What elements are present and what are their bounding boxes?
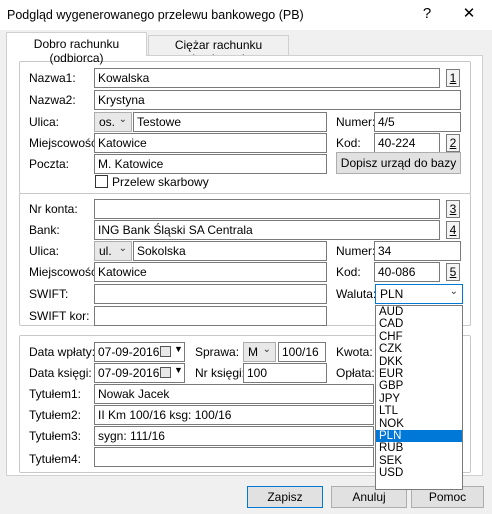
poczta-label: Poczta: (29, 157, 70, 171)
lookup-button-4[interactable]: 4 (446, 221, 460, 239)
waluta-label: Waluta: (336, 287, 377, 301)
bank-miejscowosc-field[interactable]: Katowice (94, 262, 327, 282)
lookup-button-1[interactable]: 1 (446, 69, 460, 87)
sprawa-prefix-value: M (248, 345, 258, 359)
sprawa-label: Sprawa: (195, 345, 240, 359)
bank-ulica-label: Ulica: (29, 244, 60, 258)
lookup-button-2[interactable]: 2 (446, 134, 460, 152)
tytul3-field[interactable]: sygn: 111/16 (94, 426, 374, 446)
lookup-button-3[interactable]: 3 (446, 200, 460, 218)
currency-option[interactable]: JPY (376, 393, 462, 405)
miejscowosc-field[interactable]: Katowice (94, 133, 327, 153)
currency-option[interactable]: NOK (376, 418, 462, 430)
data-wplaty-value: 07-09-2016 (98, 345, 160, 359)
currency-option[interactable]: PLN (376, 429, 462, 443)
currency-option[interactable]: CAD (376, 318, 462, 330)
waluta-select[interactable]: PLN ⌄ (375, 284, 463, 304)
chevron-down-icon: ⌄ (449, 286, 458, 297)
nazwa1-label: Nazwa1: (29, 71, 76, 85)
kod-label: Kod: (336, 136, 361, 150)
oplata-label: Opłata: (336, 366, 375, 380)
currency-option[interactable]: CZK (376, 343, 462, 355)
title-bar: Podgląd wygenerowanego przelewu bankoweg… (0, 0, 492, 30)
currency-option[interactable]: DKK (376, 356, 462, 368)
sprawa-field[interactable]: 100/16 (278, 342, 326, 362)
currency-option[interactable]: USD (376, 467, 462, 479)
dopisz-urzad-button[interactable]: Dopisz urząd do bazy (336, 152, 461, 174)
currency-option[interactable]: AUD (376, 306, 462, 318)
ulica-field[interactable]: Testowe (133, 112, 327, 132)
bank-label: Bank: (29, 223, 60, 237)
kod-field[interactable]: 40-224 (374, 133, 440, 153)
data-ksiegi-field[interactable]: 07-09-2016 (94, 363, 185, 383)
tytul2-field[interactable]: II Km 100/16 ksg: 100/16 (94, 405, 374, 425)
currency-option[interactable]: LTL (376, 405, 462, 417)
nazwa1-field[interactable]: Kowalska (94, 68, 440, 88)
swift-kor-label: SWIFT kor: (29, 309, 90, 323)
bank-numer-field[interactable]: 34 (374, 241, 461, 261)
nazwa2-label: Nazwa2: (29, 93, 76, 107)
kwota-label: Kwota: (336, 345, 373, 359)
currency-option[interactable]: GBP (376, 380, 462, 392)
miejscowosc-label: Miejscowość: (29, 136, 101, 150)
currency-dropdown-list: AUD CAD CHF CZK DKK EUR GBP JPY LTL NOK PLN RUB SEK U… (375, 305, 463, 490)
data-wplaty-field[interactable]: 07-09-2016 (94, 342, 185, 362)
numer-field[interactable]: 4/5 (374, 112, 461, 132)
chevron-down-icon: ⌄ (118, 114, 127, 125)
tytul4-label: Tytułem4: (29, 452, 82, 466)
tytul4-field[interactable] (94, 447, 374, 467)
nr-konta-field[interactable] (94, 199, 440, 219)
przelew-skarbowy-checkbox[interactable] (95, 175, 108, 188)
waluta-value: PLN (380, 287, 404, 301)
calendar-icon[interactable] (160, 367, 171, 378)
bank-ulica-prefix-value: ul. (99, 244, 112, 258)
swift-label: SWIFT: (29, 287, 69, 301)
close-icon[interactable]: ✕ (458, 4, 480, 24)
przelew-skarbowy-label: Przelew skarbowy (112, 175, 209, 189)
swift-field[interactable] (94, 284, 327, 304)
ulica-label: Ulica: (29, 115, 60, 129)
nr-ksiegi-field[interactable]: 100 (243, 363, 327, 383)
bank-kod-field[interactable]: 40-086 (374, 262, 440, 282)
help-icon[interactable]: ? (416, 4, 438, 24)
chevron-down-icon[interactable]: ▼ (174, 344, 183, 354)
calendar-icon[interactable] (160, 346, 171, 357)
currency-option[interactable]: EUR (376, 368, 462, 380)
swift-kor-field[interactable] (94, 306, 327, 326)
bank-miejscowosc-label: Miejscowość: (29, 265, 101, 279)
data-wplaty-label: Data wpłaty: (29, 345, 96, 359)
tytul1-label: Tytułem1: (29, 387, 82, 401)
zapisz-button[interactable]: Zapisz (247, 486, 323, 508)
bank-kod-label: Kod: (336, 265, 361, 279)
chevron-down-icon: ⌄ (118, 243, 127, 254)
currency-option[interactable]: SEK (376, 455, 462, 467)
bank-numer-label: Numer: (336, 244, 376, 258)
data-ksiegi-label: Data księgi: (29, 366, 92, 380)
tab-ciezar-rachunku[interactable]: Ciężar rachunku (nadawca) (148, 35, 289, 66)
window-title: Podgląd wygenerowanego przelewu bankoweg… (7, 8, 304, 22)
ulica-prefix-select[interactable]: os. ⌄ (94, 112, 132, 132)
sprawa-prefix-select[interactable]: M ⌄ (243, 342, 276, 362)
nr-ksiegi-label: Nr księgi: (195, 366, 246, 380)
tytul1-field[interactable]: Nowak Jacek (94, 384, 374, 404)
chevron-down-icon[interactable]: ▼ (174, 365, 183, 375)
data-ksiegi-value: 07-09-2016 (98, 366, 160, 380)
currency-option[interactable]: RUB (376, 442, 462, 454)
bank-ulica-field[interactable]: Sokolska (133, 241, 327, 261)
ulica-prefix-value: os. (99, 115, 116, 129)
bank-ulica-prefix-select[interactable]: ul. ⌄ (94, 241, 132, 261)
bank-field[interactable]: ING Bank Śląski SA Centrala (94, 220, 440, 240)
tytul2-label: Tytułem2: (29, 408, 82, 422)
nazwa2-field[interactable]: Krystyna (94, 90, 461, 110)
tytul3-label: Tytułem3: (29, 429, 82, 443)
poczta-field[interactable]: M. Katowice (94, 154, 327, 174)
numer-label: Numer: (336, 115, 376, 129)
currency-option[interactable]: CHF (376, 331, 462, 343)
tab-dobro-rachunku[interactable]: Dobro rachunku (odbiorca) (6, 32, 147, 65)
chevron-down-icon: ⌄ (262, 344, 271, 355)
nr-konta-label: Nr konta: (29, 202, 78, 216)
lookup-button-5[interactable]: 5 (446, 263, 460, 281)
